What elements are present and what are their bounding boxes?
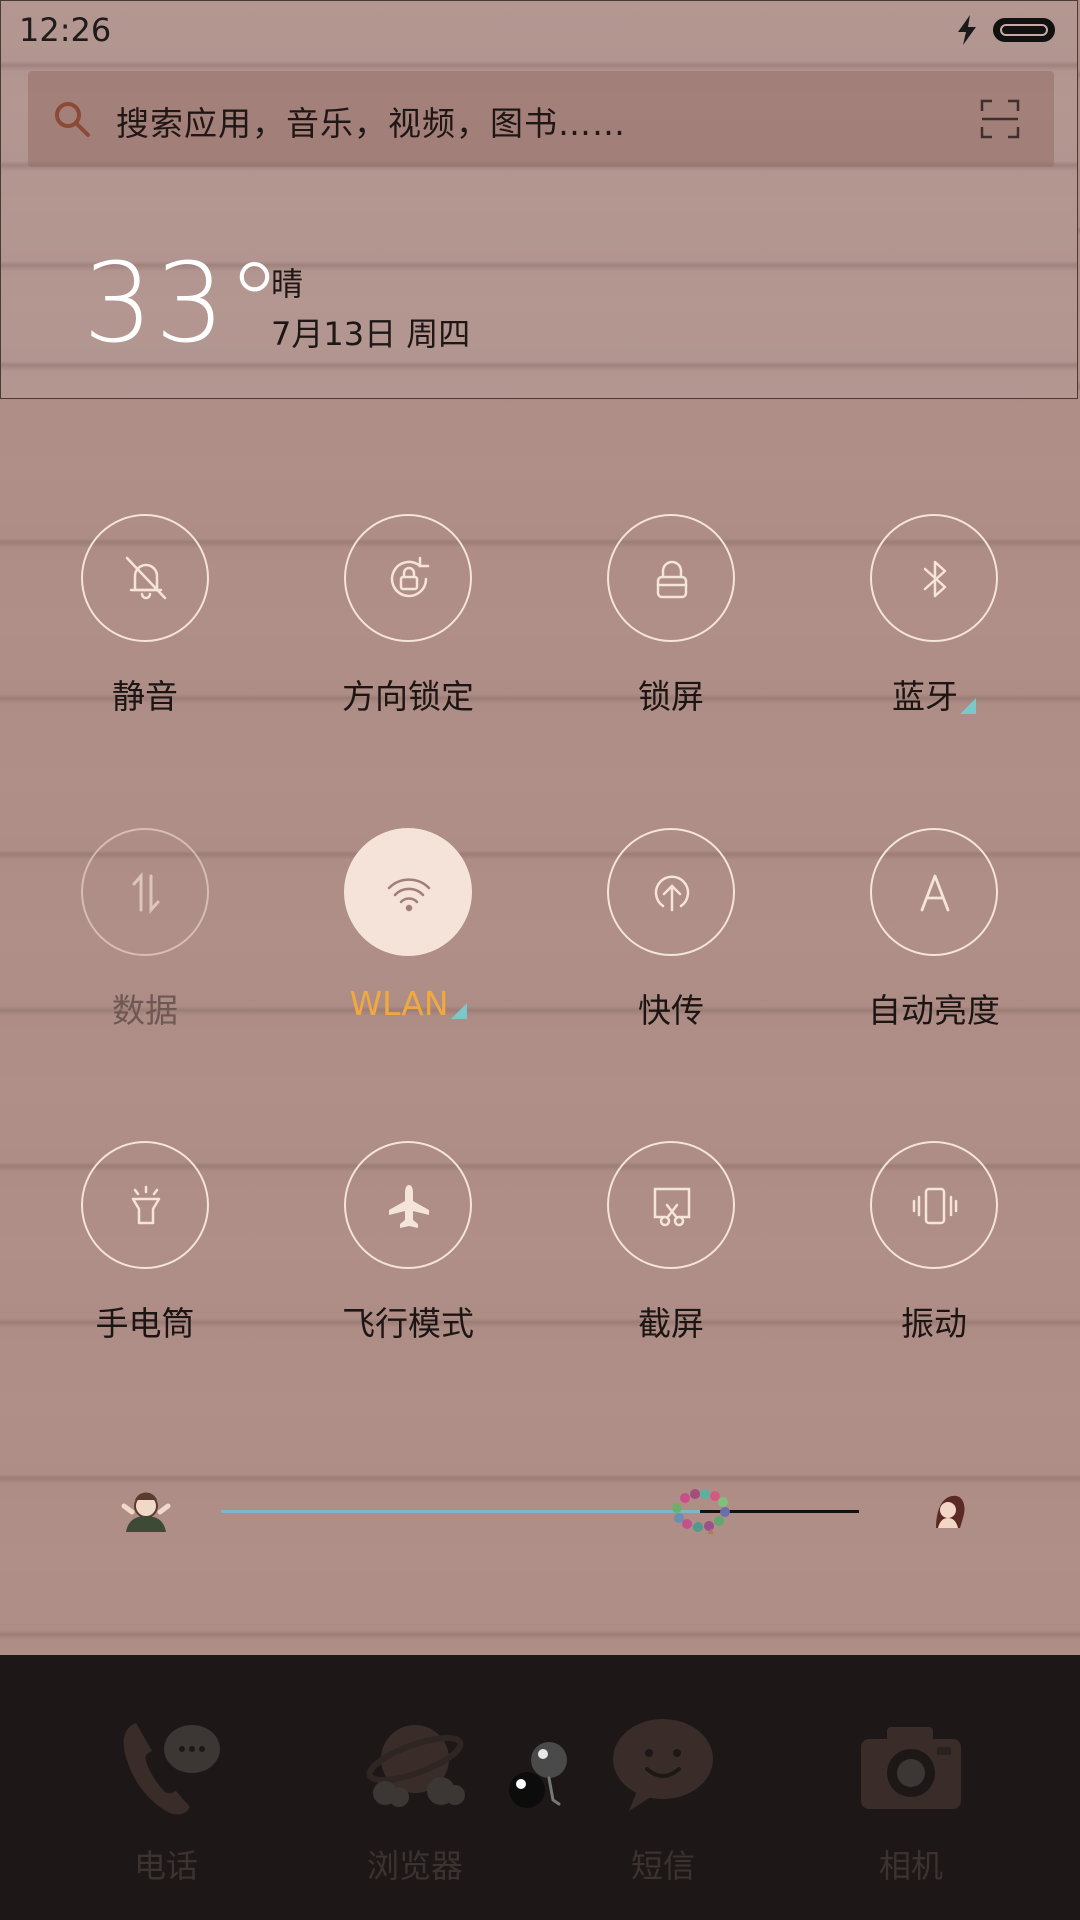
dock-label: 电话	[133, 1847, 198, 1885]
scan-icon[interactable]	[980, 99, 1020, 139]
expand-marker-icon	[960, 698, 976, 714]
brightness-slider-fill	[221, 1510, 700, 1513]
dock-label: 短信	[630, 1847, 695, 1885]
mobile-data-icon	[132, 872, 160, 914]
search-bar[interactable]: 搜索应用，音乐，视频，图书……	[28, 71, 1054, 167]
quick-transfer-icon	[654, 875, 690, 912]
floating-ball-icon[interactable]	[505, 1736, 575, 1812]
message-icon	[613, 1719, 713, 1811]
dock-phone[interactable]: 电话	[86, 1705, 246, 1887]
toggle-airplane[interactable]: 飞行模式	[308, 1141, 508, 1345]
bluetooth-icon	[923, 560, 947, 598]
date-label: 7月13日 周四	[271, 315, 471, 353]
toggle-label-wrap: WLAN	[308, 984, 508, 1023]
lock-icon	[656, 560, 688, 599]
toggle-label-wrap: 蓝牙	[834, 670, 1034, 718]
screenshot-icon	[653, 1187, 691, 1227]
wifi-icon	[387, 878, 431, 912]
toggle-vibrate[interactable]: 振动	[834, 1141, 1034, 1345]
brightness-high-icon	[936, 1495, 965, 1528]
dock-browser[interactable]: 浏览器	[335, 1705, 495, 1887]
toggle-label: WLAN	[349, 984, 449, 1023]
toggle-label: 快传	[638, 991, 704, 1030]
vibrate-icon	[912, 1187, 958, 1225]
flashlight-icon	[131, 1185, 161, 1225]
weather-header-panel: 12:26 搜索应用，音乐，视频，图书…… 33° 晴 7月13日 周四	[0, 0, 1078, 399]
toggle-label: 蓝牙	[892, 677, 958, 716]
browser-icon	[366, 1725, 465, 1807]
toggle-quick-transfer[interactable]: 快传	[571, 828, 771, 1032]
toggle-auto-brightness[interactable]: 自动亮度	[834, 828, 1034, 1032]
toggle-label: 静音	[112, 677, 178, 716]
temperature: 33°	[83, 239, 284, 367]
expand-marker-icon	[450, 1003, 467, 1019]
toggle-flashlight[interactable]: 手电筒	[45, 1141, 245, 1345]
rotation-lock-icon	[390, 556, 430, 598]
toggle-rotation-lock[interactable]: 方向锁定	[308, 514, 508, 718]
bell-off-icon	[125, 556, 167, 600]
toggle-wlan[interactable]: WLAN	[308, 828, 508, 1023]
status-time: 12:26	[19, 11, 112, 49]
toggle-label: 自动亮度	[868, 991, 1000, 1030]
camera-icon	[861, 1727, 961, 1809]
toggle-label: 锁屏	[638, 677, 704, 716]
search-placeholder: 搜索应用，音乐，视频，图书……	[116, 104, 626, 143]
dock-label: 相机	[878, 1847, 943, 1885]
toggle-label: 方向锁定	[342, 677, 474, 716]
battery-icon	[993, 18, 1055, 42]
charging-icon	[958, 15, 976, 45]
toggle-bluetooth[interactable]: 蓝牙	[834, 514, 1034, 718]
search-icon	[55, 102, 90, 137]
dock-messages[interactable]: 短信	[583, 1705, 743, 1887]
brightness-slider-thumb[interactable]	[667, 1488, 733, 1534]
toggle-silent[interactable]: 静音	[45, 514, 245, 718]
weather-condition: 晴	[271, 265, 304, 303]
dock-label: 浏览器	[366, 1847, 463, 1885]
phone-icon	[123, 1723, 220, 1815]
toggle-label: 数据	[112, 991, 178, 1030]
toggle-label: 振动	[901, 1304, 967, 1343]
toggle-lock-screen[interactable]: 锁屏	[571, 514, 771, 718]
auto-brightness-icon	[920, 874, 950, 912]
dock-camera[interactable]: 相机	[831, 1705, 991, 1887]
toggle-mobile-data[interactable]: 数据	[45, 828, 245, 1032]
brightness-low-icon	[121, 1492, 171, 1532]
toggle-label: 飞行模式	[342, 1304, 474, 1343]
toggle-label: 截屏	[638, 1304, 704, 1343]
airplane-icon	[389, 1185, 429, 1228]
toggle-screenshot[interactable]: 截屏	[571, 1141, 771, 1345]
toggle-label: 手电筒	[95, 1304, 195, 1343]
